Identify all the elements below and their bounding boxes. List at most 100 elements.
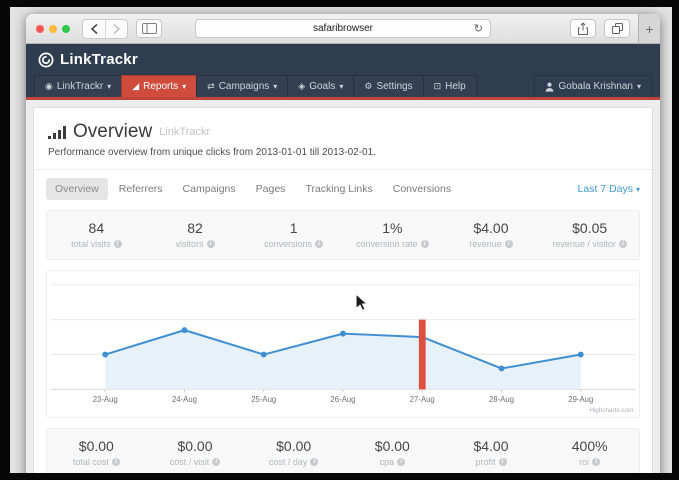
info-icon[interactable]: i	[397, 458, 405, 466]
safari-window: safaribrowser ↻ +	[26, 14, 660, 473]
stat-cost-visit: $0.00 cost / visiti	[146, 438, 245, 467]
stat-roi: 400% roii	[540, 438, 639, 467]
stat-value: 400%	[540, 438, 639, 454]
stat-label: revenue / visitor	[552, 239, 616, 249]
reload-icon[interactable]: ↻	[474, 20, 483, 38]
close-button[interactable]	[36, 25, 44, 33]
share-button[interactable]	[570, 19, 596, 38]
data-point[interactable]	[499, 366, 505, 372]
stat-conversion-rate: 1% conversion ratei	[343, 220, 442, 249]
nav-label: Settings	[376, 81, 412, 92]
back-button[interactable]	[83, 20, 105, 38]
info-icon[interactable]: i	[619, 240, 627, 248]
chevron-down-icon: ▾	[339, 82, 343, 91]
nav-label: Campaigns	[219, 81, 270, 92]
tab-overview[interactable]: Overview	[46, 178, 108, 200]
stat-value: $0.05	[540, 220, 639, 236]
nav-item-help[interactable]: ⊡ Help	[423, 75, 477, 97]
tabs-icon	[611, 22, 624, 35]
back-icon	[90, 23, 99, 35]
chevron-down-icon: ▾	[637, 82, 641, 91]
stat-conversions: 1 conversionsi	[244, 220, 343, 249]
info-icon[interactable]: i	[114, 240, 122, 248]
nav-label: Reports	[143, 81, 178, 92]
chevron-down-icon: ▾	[182, 82, 186, 91]
data-point[interactable]	[340, 331, 346, 337]
forward-button[interactable]	[105, 20, 127, 38]
visits-area	[105, 330, 581, 389]
globe-icon: ◉	[45, 82, 53, 92]
nav-item-campaigns[interactable]: ⇄ Campaigns ▾	[196, 75, 288, 97]
tab-referrers[interactable]: Referrers	[110, 178, 172, 200]
tab-pages[interactable]: Pages	[247, 178, 295, 200]
page-subtitle: Performance overview from unique clicks …	[48, 147, 638, 158]
site-header: LinkTrackr ◉ LinkTrackr ▾ ◢ Reports ▾ ⇄	[26, 44, 660, 100]
x-axis-label: 24-Aug	[172, 395, 197, 404]
stat-label: visitors	[175, 239, 203, 249]
minimize-button[interactable]	[49, 25, 57, 33]
x-axis-label: 27-Aug	[410, 395, 435, 404]
nav-item-goals[interactable]: ◈ Goals ▾	[287, 75, 354, 97]
nav-item-linktrackr[interactable]: ◉ LinkTrackr ▾	[34, 75, 122, 97]
chart-icon: ◢	[132, 82, 139, 92]
plus-icon: +	[645, 21, 653, 37]
info-icon[interactable]: i	[207, 240, 215, 248]
stat-value: 1	[244, 220, 343, 236]
data-point[interactable]	[182, 327, 188, 333]
info-icon[interactable]: i	[212, 458, 220, 466]
info-icon[interactable]: i	[315, 240, 323, 248]
nav-label: Goals	[309, 81, 335, 92]
stat-value: 84	[47, 220, 146, 236]
x-axis-label: 28-Aug	[489, 395, 514, 404]
person-icon	[545, 82, 554, 92]
brand-name[interactable]: LinkTrackr	[60, 51, 138, 68]
tab-tracking-links[interactable]: Tracking Links	[296, 178, 381, 200]
tab-conversions[interactable]: Conversions	[384, 178, 460, 200]
desktop-background: safaribrowser ↻ +	[10, 7, 672, 473]
chevron-down-icon: ▾	[636, 185, 640, 194]
info-icon[interactable]: i	[421, 240, 429, 248]
stat-value: $0.00	[47, 438, 146, 454]
date-range-label: Last 7 Days	[578, 183, 633, 195]
linktrackr-logo-icon	[38, 52, 54, 68]
tab-campaigns[interactable]: Campaigns	[174, 178, 245, 200]
stat-value: 82	[146, 220, 245, 236]
conversion-bar[interactable]	[419, 320, 426, 390]
tab-overview-button[interactable]	[604, 19, 630, 38]
stat-value: $0.00	[146, 438, 245, 454]
info-icon[interactable]: i	[499, 458, 507, 466]
address-bar[interactable]: safaribrowser ↻	[195, 19, 491, 38]
history-buttons	[82, 19, 128, 39]
shuffle-icon: ⇄	[207, 82, 215, 92]
nav-item-settings[interactable]: ⚙ Settings	[353, 75, 423, 97]
toolbar-right-buttons	[570, 19, 638, 38]
stat-label: conversion rate	[356, 239, 418, 249]
user-menu[interactable]: Gobala Krishnan ▾	[534, 75, 652, 97]
sidebar-toggle-button[interactable]	[136, 19, 162, 38]
x-axis-label: 25-Aug	[251, 395, 276, 404]
page-title-suffix: LinkTrackr	[159, 126, 210, 138]
highcharts-credit[interactable]: Highcharts.com	[589, 407, 633, 414]
data-point[interactable]	[261, 352, 267, 358]
stat-total-cost: $0.00 total costi	[47, 438, 146, 467]
zoom-button[interactable]	[62, 25, 70, 33]
info-icon[interactable]: i	[505, 240, 513, 248]
stats-row-top: 84 total visitsi 82 visitorsi 1 conversi…	[46, 210, 640, 260]
nav-label: Help	[445, 81, 466, 92]
info-icon[interactable]: i	[310, 458, 318, 466]
info-icon[interactable]: i	[592, 458, 600, 466]
stat-value: $4.00	[442, 438, 541, 454]
sidebar-icon	[142, 23, 157, 34]
date-range-dropdown[interactable]: Last 7 Days ▾	[578, 183, 640, 195]
stat-label: cost / day	[269, 457, 308, 467]
stat-cpa: $0.00 cpai	[343, 438, 442, 467]
main-nav: ◉ LinkTrackr ▾ ◢ Reports ▾ ⇄ Campaigns ▾	[26, 75, 660, 100]
nav-item-reports[interactable]: ◢ Reports ▾	[121, 75, 197, 97]
new-tab-button[interactable]: +	[638, 14, 660, 43]
data-point[interactable]	[578, 352, 584, 358]
x-axis-label: 23-Aug	[93, 395, 118, 404]
brand-row: LinkTrackr	[26, 44, 660, 73]
info-icon[interactable]: i	[112, 458, 120, 466]
stat-label: cpa	[380, 457, 395, 467]
data-point[interactable]	[102, 352, 108, 358]
